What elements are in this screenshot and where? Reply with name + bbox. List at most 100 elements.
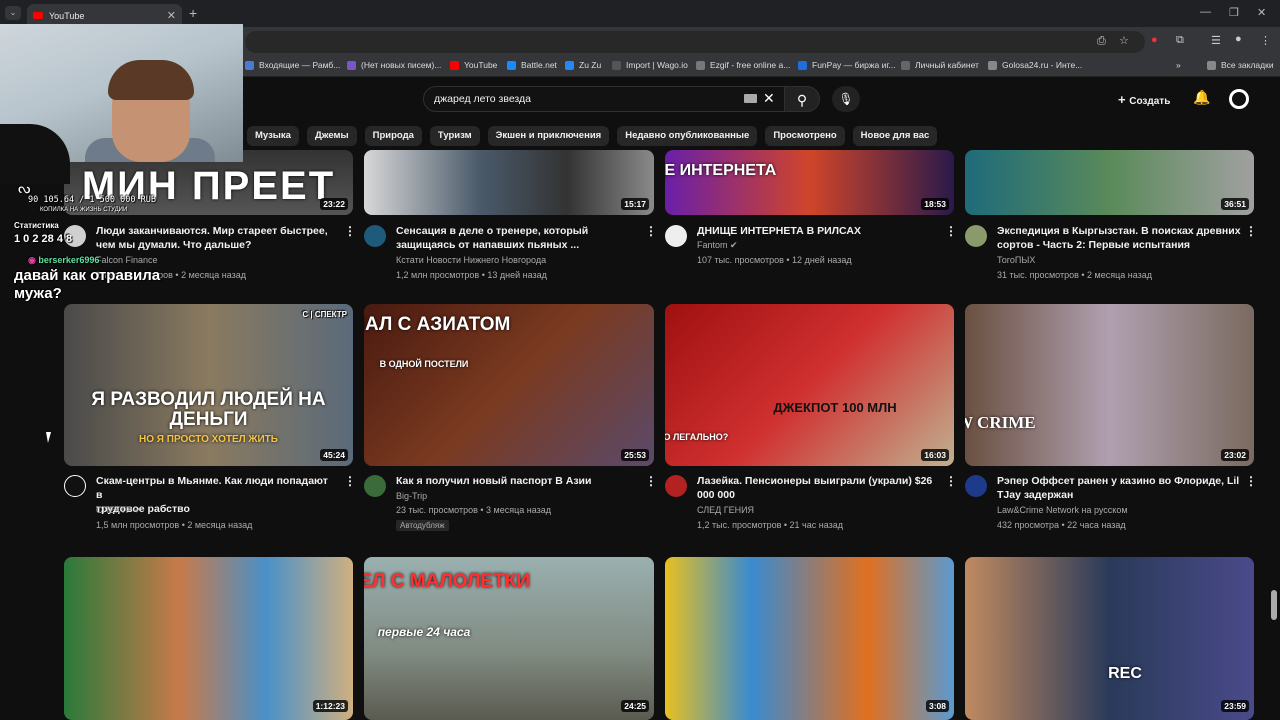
chip[interactable]: Просмотрено [765,126,845,146]
channel-name[interactable]: СПЕКТР ✔ [96,503,142,518]
duration-badge: 15:17 [621,198,649,210]
bookmark-item[interactable]: Ezgif - free online a... [696,60,790,70]
search-input[interactable]: джаред лето звезда [423,86,785,112]
bookmarks-overflow-icon[interactable]: » [1176,60,1181,70]
channel-avatar[interactable] [665,225,687,247]
microphone-arm [0,124,70,184]
video-meta: 107 тыс. просмотров • 12 дней назад [697,255,852,265]
bookmark-item[interactable]: Golosa24.ru - Инте... [988,60,1082,70]
bookmark-item[interactable]: Zu Zu [565,60,601,70]
keyboard-icon[interactable] [744,94,757,103]
video-title[interactable]: Экспедиция в Кыргызстан. В поисках древн… [997,224,1242,252]
chip[interactable]: Джемы [306,126,357,146]
page-scrollbar[interactable] [1271,590,1277,620]
extensions-puzzle-icon[interactable]: ⧉ [1176,34,1184,47]
bookmark-item[interactable]: Личный кабинет [901,60,979,70]
channel-avatar[interactable] [64,475,86,497]
window-close-button[interactable]: ✕ [1257,6,1266,19]
profile-icon[interactable]: ● [1235,33,1242,45]
minimize-button[interactable]: — [1200,6,1211,18]
bookmark-item[interactable]: FunPay — биржа иг... [798,60,896,70]
bookmark-item[interactable]: Battle.net [507,60,557,70]
chip[interactable]: Недавно опубликованные [617,126,758,146]
more-actions-icon[interactable]: ⋮ [945,224,957,238]
more-actions-icon[interactable]: ⋮ [645,474,657,488]
video-title[interactable]: Рэпер Оффсет ранен у казино во Флориде, … [997,474,1242,502]
chip[interactable]: Экшен и приключения [487,126,610,146]
more-actions-icon[interactable]: ⋮ [645,224,657,238]
search-icon: ⚲ [796,92,808,108]
channel-avatar[interactable] [364,475,386,497]
stream-overlay: ᔓ 90 105.64 / 1 500 000 RUB КОПИЛКА НА Ж… [0,180,245,302]
media-icon[interactable]: ☰ [1211,34,1221,47]
video-thumbnail[interactable]: С | СПЕКТР Я РАЗВОДИЛ ЛЮДЕЙ НА ДЕНЬГИ НО… [64,304,353,466]
install-icon[interactable]: ⎙ [1097,35,1106,48]
bookmark-star-icon[interactable]: ☆ [1119,34,1129,47]
tab-close-icon[interactable]: ✕ [167,9,176,22]
ezgif-icon [696,60,705,70]
channel-avatar[interactable] [965,225,987,247]
channel-avatar[interactable] [965,475,987,497]
video-title[interactable]: Как я получил новый паспорт В Азии [396,474,636,488]
channel-name[interactable]: Big-Trip [396,489,427,504]
video-thumbnail[interactable]: 15:17 [364,150,654,215]
all-bookmarks[interactable]: Все закладки [1207,60,1274,70]
more-actions-icon[interactable]: ⋮ [1245,224,1257,238]
battlenet-icon [507,60,516,70]
new-tab-button[interactable]: + [189,5,197,21]
more-actions-icon[interactable]: ⋮ [344,224,356,238]
video-thumbnail[interactable]: 1:12:23 [64,557,353,720]
bookmark-item[interactable]: Import | Wago.io [612,60,688,70]
bookmark-item[interactable]: (Нет новых писем)... [347,60,441,70]
chip[interactable]: Природа [364,126,422,146]
tab-title: YouTube [49,10,85,21]
video-thumbnail[interactable]: СПАЛ С АЗИАТОМ В ОДНОЙ ПОСТЕЛИ 25:53 [364,304,654,466]
duration-badge: 23:02 [1221,449,1249,461]
more-actions-icon[interactable]: ⋮ [1245,474,1257,488]
notifications-bell-icon[interactable]: 🔔 [1193,89,1210,106]
channel-name[interactable]: ТогоПЫХ [997,253,1035,268]
video-title[interactable]: ДНИЩЕ ИНТЕРНЕТА В РИЛСАХ [697,224,937,238]
video-thumbnail[interactable]: ДЖЕКПОТ 100 МЛН ЭТО ЛЕГАЛЬНО? 16:03 [665,304,954,466]
chip[interactable]: Туризм [429,126,480,146]
bookmark-item[interactable]: Входящие — Рамб... [245,60,340,70]
account-avatar[interactable] [1229,89,1249,109]
duration-badge: 24:25 [621,700,649,712]
video-title[interactable]: Сенсация в деле о тренере, который защища… [396,224,636,252]
maximize-button[interactable]: ❐ [1229,6,1239,19]
extension-icon[interactable]: ● [1151,34,1158,46]
channel-name[interactable]: СЛЕД ГЕНИЯ [697,503,754,518]
chat-username: ◉ berserker6996 [28,255,100,265]
video-thumbnail[interactable]: REC 23:59 [965,557,1254,720]
more-actions-icon[interactable]: ⋮ [945,474,957,488]
channel-name[interactable]: Кстати Новости Нижнего Новгорода [396,253,546,268]
clear-search-icon[interactable]: ✕ [763,90,775,107]
duration-badge: 25:53 [621,449,649,461]
video-thumbnail[interactable]: 36:51 [965,150,1254,215]
bookmark-item[interactable]: YouTube [450,60,497,70]
channel-avatar[interactable] [665,475,687,497]
donation-goal: 90 105.64 / 1 500 000 RUB [28,195,156,205]
chip-bar: Музыка Джемы Природа Туризм Экшен и прик… [247,126,938,146]
more-actions-icon[interactable]: ⋮ [344,474,356,488]
video-meta: 1,2 млн просмотров • 13 дней назад [396,270,547,280]
search-button[interactable]: ⚲ [784,86,820,112]
video-thumbnail[interactable]: 3:08 [665,557,954,720]
create-button[interactable]: + Создать [1110,89,1178,110]
duration-badge: 3:08 [925,700,949,712]
channel-name[interactable]: Law&Crime Network на русском [997,503,1128,518]
video-thumbnail[interactable]: ДНИЩЕ ИНТЕРНЕТА 18:53 [665,150,954,215]
chip[interactable]: Музыка [247,126,299,146]
chip[interactable]: Новое для вас [852,126,938,146]
video-title[interactable]: Лазейка. Пенсионеры выиграли (украли) $2… [697,474,937,502]
menu-kebab-icon[interactable]: ⋮ [1260,34,1271,47]
channel-avatar[interactable] [364,225,386,247]
omnibox[interactable] [245,31,1145,53]
voice-search-button[interactable]: 🎙 [832,86,860,112]
tab-search-button[interactable]: ⌄ [5,6,21,20]
vk-icon [565,60,574,70]
webcam-person-hair [108,60,194,100]
video-thumbnail[interactable]: ВЫШЕЛ С МАЛОЛЕТКИ первые 24 часа 24:25 [364,557,654,720]
video-thumbnail[interactable]: LAW CRIME 23:02 [965,304,1254,466]
channel-name[interactable]: Fantom ✔ [697,238,738,253]
